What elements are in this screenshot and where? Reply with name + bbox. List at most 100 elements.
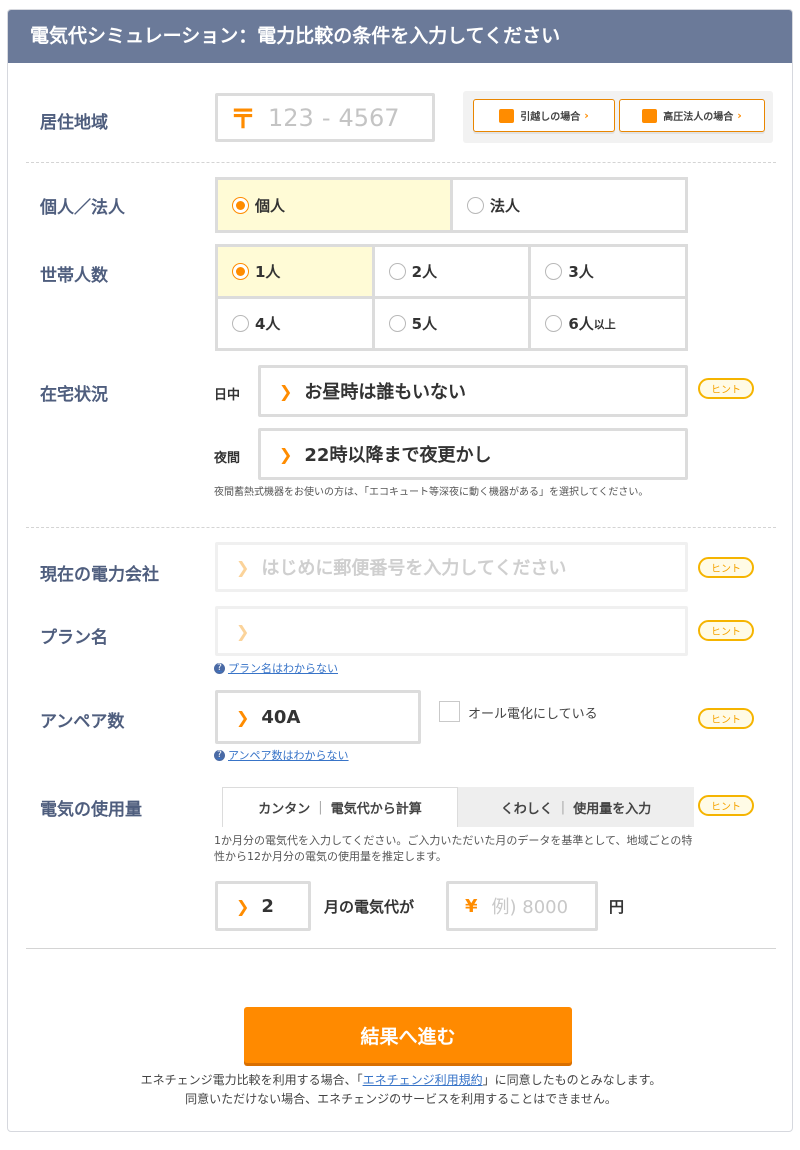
ampere-unknown-label: アンペア数はわからない xyxy=(228,749,349,762)
chevron-right-icon: › xyxy=(737,109,742,122)
postal-mark-icon: 〒 xyxy=(230,105,257,135)
day-label: 日中 xyxy=(214,388,241,403)
company-hint-button[interactable]: ヒント xyxy=(698,557,754,578)
simulation-form: 電気代シミュレーション：電力比較の条件を入力してください 居住地域 〒 123 … xyxy=(7,9,793,1132)
radio-icon xyxy=(545,263,563,280)
submit-button[interactable]: 結果へ進む xyxy=(244,1007,572,1063)
usage-tabs: カンタン | 電気代から計算 くわしく | 使用量を入力 xyxy=(222,787,694,827)
household-option-3[interactable]: 3人 xyxy=(531,247,685,296)
household-option-label: 3人 xyxy=(568,263,594,281)
ampere-label: アンペア数 xyxy=(40,712,125,732)
building-icon xyxy=(642,108,658,123)
radio-icon xyxy=(388,263,406,280)
terms-text: エネチェンジ電力比較を利用する場合、「 xyxy=(140,1073,363,1087)
tab-simple[interactable]: カンタン | 電気代から計算 xyxy=(222,787,458,827)
radio-icon xyxy=(388,315,406,332)
tab-detailed-label-a: くわしく xyxy=(500,801,553,817)
household-label: 世帯人数 xyxy=(40,266,108,286)
presence-note: 夜間蓄熱式機器をお使いの方は、「エコキュート等深夜に動く機器がある」を選択してく… xyxy=(214,487,649,498)
usage-description: 1か月分の電気代を入力してください。ご入力いただいた月のデータを基準として、地域… xyxy=(214,834,693,863)
day-select-value: お昼時は誰もいない xyxy=(304,382,467,403)
month-text: 月の電気代が xyxy=(324,898,415,916)
plan-hint-button[interactable]: ヒント xyxy=(698,620,754,641)
household-option-label: 2人 xyxy=(411,263,438,281)
divider xyxy=(26,948,776,949)
household-option-label: 5人 xyxy=(411,315,438,333)
high-voltage-button[interactable]: 高圧法人の場合 › xyxy=(619,99,765,132)
month-select-value: 2 xyxy=(261,895,274,917)
presence-label: 在宅状況 xyxy=(40,385,108,405)
amount-input[interactable]: ¥ 例) 8000 xyxy=(446,881,598,931)
night-select[interactable]: ❯ 22時以降まで夜更かし xyxy=(258,428,688,480)
chevron-right-icon: › xyxy=(584,109,589,122)
ampere-select-value: 40A xyxy=(261,706,301,728)
ampere-select[interactable]: ❯ 40A xyxy=(215,690,421,744)
terms-line-2: 同意いただけない場合、エネチェンジのサービスを利用することはできません。 xyxy=(185,1092,617,1106)
chevron-down-icon: ❯ xyxy=(236,621,250,641)
box-icon xyxy=(499,108,515,123)
radio-icon xyxy=(232,315,249,332)
household-option-suffix: 以上 xyxy=(593,317,616,331)
household-option-5[interactable]: 5人 xyxy=(374,299,529,348)
chevron-down-icon: ❯ xyxy=(236,557,250,577)
entity-option-corporate[interactable]: 法人 xyxy=(453,180,685,230)
household-option-4[interactable]: 4人 xyxy=(218,299,372,348)
ampere-hint-button[interactable]: ヒント xyxy=(698,708,754,729)
usage-hint-button[interactable]: ヒント xyxy=(698,795,754,816)
terms-line-1: エネチェンジ電力比較を利用する場合、「エネチェンジ利用規約」に同意したものとみな… xyxy=(8,1071,792,1088)
household-option-1[interactable]: 1人 xyxy=(218,247,372,296)
zip-input[interactable]: 〒 123 - 4567 xyxy=(215,93,435,142)
plan-unknown-link[interactable]: ? プラン名はわからない xyxy=(214,660,338,676)
moving-button[interactable]: 引越しの場合 › xyxy=(473,99,615,132)
company-select[interactable]: ❯ はじめに郵便番号を入力してください xyxy=(215,542,688,592)
month-select[interactable]: ❯ 2 xyxy=(215,881,311,931)
all-electric-label: オール電化にしている xyxy=(468,707,598,722)
plan-label: プラン名 xyxy=(40,628,108,648)
radio-selected-icon xyxy=(232,263,249,280)
plan-unknown-label: プラン名はわからない xyxy=(228,662,338,675)
company-select-value: はじめに郵便番号を入力してください xyxy=(261,558,567,579)
usage-label: 電気の使用量 xyxy=(40,800,142,820)
night-select-value: 22時以降まで夜更かし xyxy=(304,445,492,466)
chevron-down-icon: ❯ xyxy=(236,896,250,916)
divider xyxy=(26,527,776,528)
household-option-label: 1人 xyxy=(255,263,281,281)
tab-detailed[interactable]: くわしく | 使用量を入力 xyxy=(458,787,694,827)
chevron-down-icon: ❯ xyxy=(236,707,250,727)
high-voltage-button-label: 高圧法人の場合 xyxy=(663,112,734,123)
yen-unit: 円 xyxy=(609,898,625,916)
tab-detailed-label-b: 使用量を入力 xyxy=(573,801,652,817)
entity-option-label: 法人 xyxy=(490,196,521,215)
tab-simple-label-a: カンタン xyxy=(258,802,311,817)
radio-selected-icon xyxy=(232,196,249,214)
radio-icon xyxy=(545,315,563,332)
night-label: 夜間 xyxy=(214,451,241,466)
tab-separator: | xyxy=(560,799,566,815)
household-option-6[interactable]: 6人 以上 xyxy=(531,299,685,348)
chevron-down-icon: ❯ xyxy=(279,381,293,401)
terms-link[interactable]: エネチェンジ利用規約 xyxy=(363,1073,483,1087)
question-icon: ? xyxy=(214,662,225,674)
entity-option-label: 個人 xyxy=(255,196,286,215)
plan-select[interactable]: ❯ xyxy=(215,606,688,656)
tab-simple-label-b: 電気代から計算 xyxy=(330,802,422,817)
tab-separator: | xyxy=(318,800,323,815)
entity-radio-group: 個人 法人 xyxy=(215,177,688,233)
ampere-unknown-link[interactable]: ? アンペア数はわからない xyxy=(214,747,349,763)
household-option-2[interactable]: 2人 xyxy=(374,247,529,296)
household-radio-group: 1人 2人 3人 4人 5人 6人 以上 xyxy=(215,244,688,351)
moving-button-label: 引越しの場合 xyxy=(520,112,581,123)
zip2-placeholder: 4567 xyxy=(338,103,400,132)
household-option-label: 4人 xyxy=(255,315,281,333)
entity-option-individual[interactable]: 個人 xyxy=(218,180,450,230)
terms-text: 」に同意したものとみなします。 xyxy=(482,1073,662,1087)
company-label: 現在の電力会社 xyxy=(40,565,159,585)
day-select[interactable]: ❯ お昼時は誰もいない xyxy=(258,365,688,417)
region-label: 居住地域 xyxy=(40,113,108,133)
household-option-label: 6人 xyxy=(568,315,594,333)
presence-hint-button[interactable]: ヒント xyxy=(698,378,754,399)
zip-separator: - xyxy=(321,103,331,132)
zip1-placeholder: 123 xyxy=(268,103,314,132)
radio-icon xyxy=(467,196,484,214)
all-electric-checkbox[interactable] xyxy=(439,701,460,722)
